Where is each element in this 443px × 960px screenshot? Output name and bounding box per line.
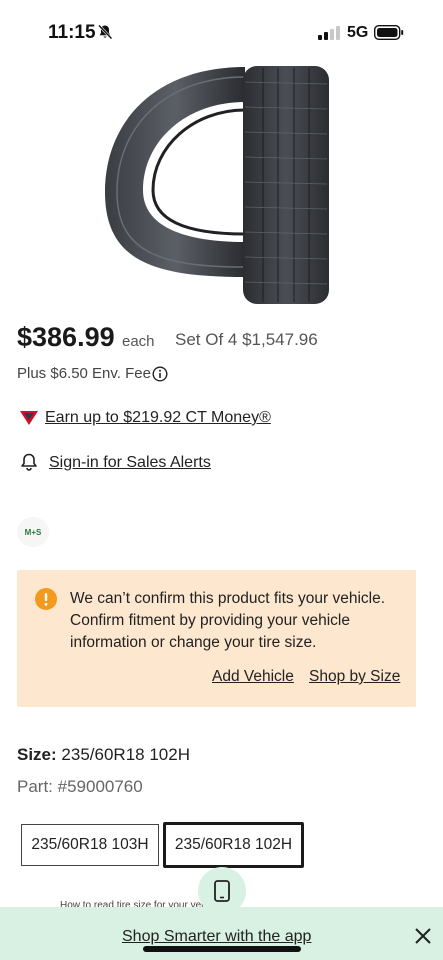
- status-time: 11:15: [48, 22, 96, 43]
- size-option[interactable]: 235/60R18 103H: [21, 824, 159, 866]
- mud-snow-badge: M+S: [17, 517, 49, 547]
- signal-icon: [318, 26, 340, 40]
- fitment-warning: We can’t confirm this product fits your …: [17, 570, 416, 707]
- add-vehicle-link[interactable]: Add Vehicle: [212, 668, 294, 686]
- tire-image: [105, 66, 329, 304]
- size-info: Size: 235/60R18 102H: [17, 745, 190, 765]
- price: $386.99: [17, 322, 115, 352]
- status-bar: 11:15 5G: [0, 0, 443, 62]
- home-indicator: [143, 946, 301, 952]
- close-icon[interactable]: [413, 926, 433, 946]
- app-banner: Shop Smarter with the app: [0, 907, 443, 960]
- fitment-warning-message: We can’t confirm this product fits your …: [70, 590, 386, 651]
- ct-money-link[interactable]: Earn up to $219.92 CT Money®: [45, 409, 271, 427]
- size-option-selected[interactable]: 235/60R18 102H: [163, 822, 304, 868]
- network-type: 5G: [347, 24, 369, 41]
- part-number: Part: #59000760: [17, 777, 143, 796]
- app-banner-link[interactable]: Shop Smarter with the app: [122, 928, 311, 946]
- ct-triangle-icon: [20, 411, 38, 425]
- price-unit: each: [122, 333, 155, 350]
- bell-off-icon: [98, 24, 113, 40]
- set-of-four-price: Set Of 4 $1,547.96: [175, 330, 318, 349]
- phone-icon: [214, 880, 230, 902]
- shop-by-size-link[interactable]: Shop by Size: [309, 668, 400, 686]
- battery-icon: [374, 25, 404, 40]
- env-fee: Plus $6.50 Env. Fee: [17, 365, 151, 382]
- size-value: 235/60R18 102H: [61, 745, 190, 764]
- bell-icon: [21, 453, 37, 471]
- size-label: Size:: [17, 745, 57, 764]
- info-icon[interactable]: [152, 366, 168, 382]
- sales-alerts-link[interactable]: Sign-in for Sales Alerts: [49, 454, 211, 472]
- warning-icon: [35, 588, 57, 610]
